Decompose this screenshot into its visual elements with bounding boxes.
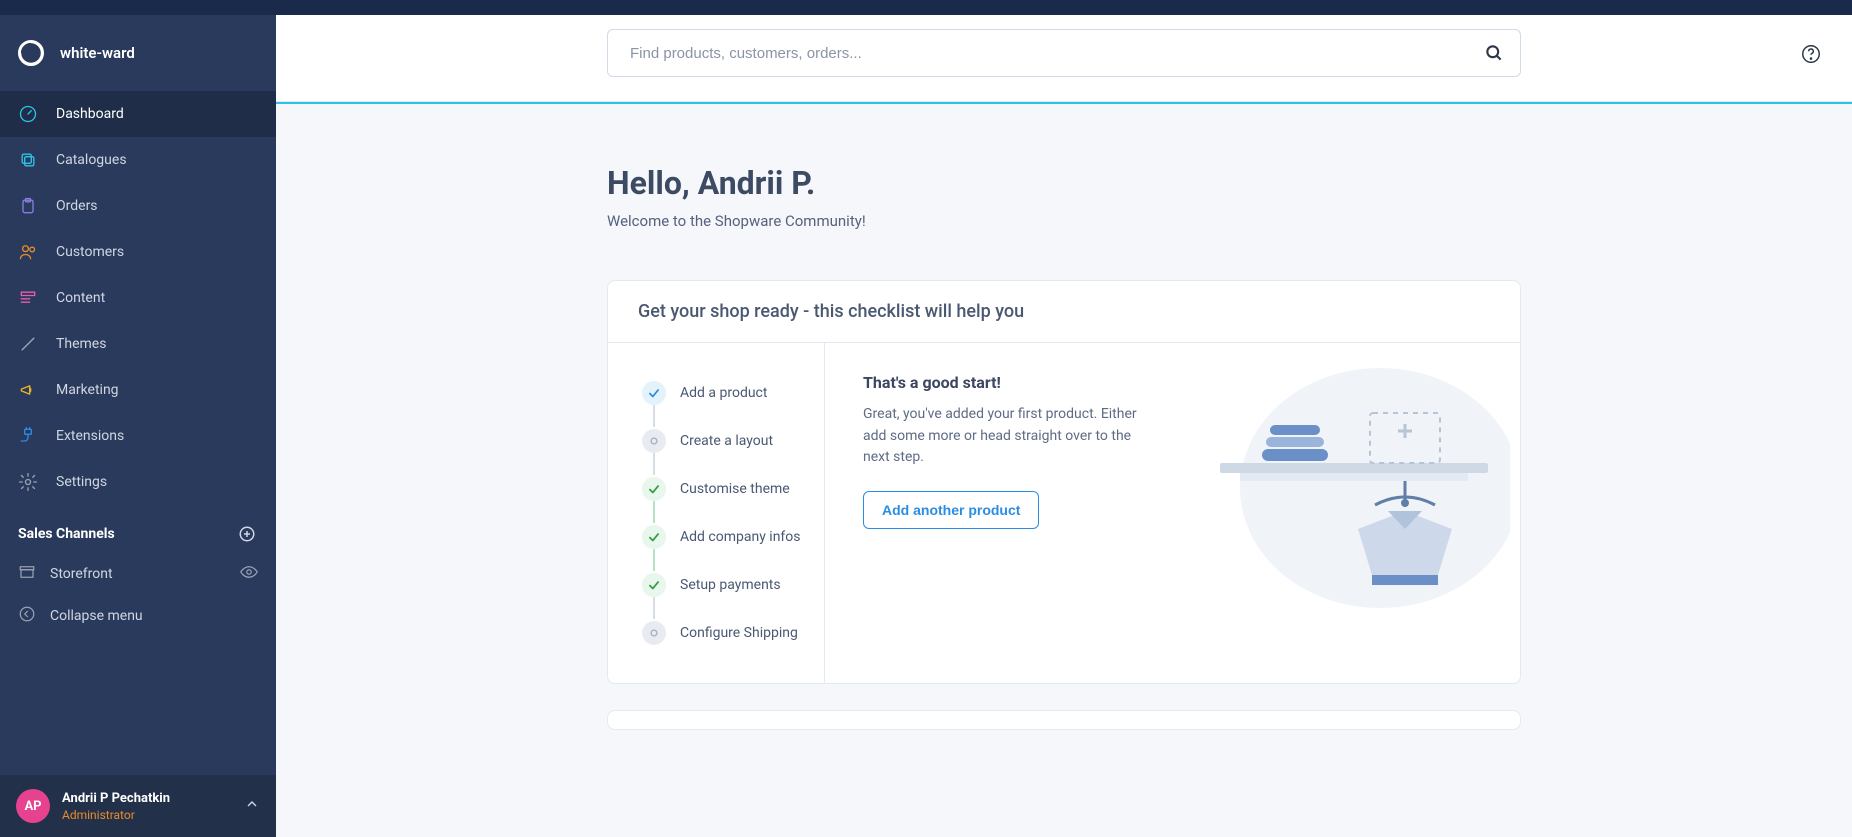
- clipboard-icon: [18, 196, 38, 216]
- sidebar-item-label: Dashboard: [56, 106, 124, 122]
- sidebar-item-settings[interactable]: Settings: [0, 459, 276, 505]
- sidebar-nav: Dashboard Catalogues Orders Customers Conten…: [0, 91, 276, 505]
- checklist-item[interactable]: Create a layout: [642, 417, 804, 465]
- gear-icon: [18, 472, 38, 492]
- next-card-peek: [607, 710, 1521, 730]
- help-button[interactable]: [1800, 43, 1822, 65]
- sidebar-item-customers[interactable]: Customers: [0, 229, 276, 275]
- os-topbar: [0, 0, 1852, 15]
- sidebar: white-ward Dashboard Catalogues Orders Cust…: [0, 15, 276, 837]
- app-root: white-ward Dashboard Catalogues Orders Cust…: [0, 15, 1852, 837]
- searchbar-wrap: [276, 15, 1852, 102]
- checklist-bubble-icon: [642, 429, 666, 453]
- collapse-icon: [18, 605, 36, 627]
- user-meta: Andrii P Pechatkin Administrator: [62, 791, 170, 822]
- sidebar-item-extensions[interactable]: Extensions: [0, 413, 276, 459]
- user-footer[interactable]: AP Andrii P Pechatkin Administrator: [0, 775, 276, 837]
- copy-icon: [18, 150, 38, 170]
- checklist-bubble-icon: [642, 621, 666, 645]
- search-input[interactable]: [630, 45, 1484, 62]
- chevron-up-icon: [244, 796, 260, 816]
- user-avatar: AP: [16, 789, 50, 823]
- user-role: Administrator: [62, 808, 170, 822]
- checklist-label: Setup payments: [680, 577, 781, 593]
- sidebar-item-marketing[interactable]: Marketing: [0, 367, 276, 413]
- add-another-product-button[interactable]: Add another product: [863, 491, 1039, 529]
- collapse-label: Collapse menu: [50, 608, 143, 624]
- sales-channels-label: Sales Channels: [18, 526, 115, 542]
- greeting-title: Hello, Andrii P.: [607, 164, 1521, 202]
- sidebar-item-label: Catalogues: [56, 152, 127, 168]
- shop-name: white-ward: [60, 44, 135, 62]
- sales-channel-label: Storefront: [50, 566, 113, 582]
- greeting-subtitle: Welcome to the Shopware Community!: [607, 212, 1521, 230]
- global-search[interactable]: [607, 29, 1521, 77]
- add-sales-channel-button[interactable]: [236, 523, 258, 545]
- checklist-label: Add company infos: [680, 529, 801, 545]
- layout-icon: [18, 288, 38, 308]
- users-icon: [18, 242, 38, 262]
- sidebar-header: white-ward: [0, 15, 276, 91]
- checklist-bubble-icon: [642, 477, 666, 501]
- user-name: Andrii P Pechatkin: [62, 791, 170, 806]
- checklist-body: Add a product Create a layout Customise th…: [608, 343, 1520, 683]
- content-scroll: Hello, Andrii P. Welcome to the Shopware…: [276, 104, 1852, 837]
- shop-illustration: [1190, 353, 1510, 613]
- main-area: Hello, Andrii P. Welcome to the Shopware…: [276, 15, 1852, 837]
- checklist-item[interactable]: Customise theme: [642, 465, 804, 513]
- sidebar-item-dashboard[interactable]: Dashboard: [0, 91, 276, 137]
- checklist-header: Get your shop ready - this checklist wil…: [608, 281, 1520, 343]
- checklist-item[interactable]: Add a product: [642, 369, 804, 417]
- gauge-icon: [18, 104, 38, 124]
- checklist-label: Create a layout: [680, 433, 773, 449]
- checklist-label: Configure Shipping: [680, 625, 798, 641]
- megaphone-icon: [18, 380, 38, 400]
- sidebar-item-label: Extensions: [56, 428, 124, 444]
- checklist-item[interactable]: Configure Shipping: [642, 609, 804, 657]
- checklist-item[interactable]: Add company infos: [642, 513, 804, 561]
- checklist-bubble-icon: [642, 573, 666, 597]
- content-inner: Hello, Andrii P. Welcome to the Shopware…: [607, 164, 1521, 730]
- sidebar-item-themes[interactable]: Themes: [0, 321, 276, 367]
- checklist-bubble-icon: [642, 381, 666, 405]
- sidebar-item-catalogues[interactable]: Catalogues: [0, 137, 276, 183]
- storefront-icon: [18, 563, 36, 585]
- checklist-detail: That's a good start! Great, you've added…: [825, 343, 1520, 683]
- collapse-menu-button[interactable]: Collapse menu: [0, 595, 276, 637]
- checklist-bubble-icon: [642, 525, 666, 549]
- sidebar-item-label: Themes: [56, 336, 106, 352]
- detail-text: Great, you've added your first product. …: [863, 404, 1143, 469]
- checklist-label: Customise theme: [680, 481, 790, 497]
- search-icon[interactable]: [1484, 43, 1504, 63]
- sidebar-item-label: Content: [56, 290, 105, 306]
- sidebar-item-label: Customers: [56, 244, 124, 260]
- sidebar-item-label: Orders: [56, 198, 98, 214]
- sidebar-item-content[interactable]: Content: [0, 275, 276, 321]
- user-initials: AP: [24, 799, 41, 814]
- shopware-logo-icon: [18, 40, 44, 66]
- checklist-item[interactable]: Setup payments: [642, 561, 804, 609]
- brush-icon: [18, 334, 38, 354]
- visibility-icon[interactable]: [240, 563, 258, 585]
- checklist-card: Get your shop ready - this checklist wil…: [607, 280, 1521, 684]
- sidebar-item-label: Settings: [56, 474, 107, 490]
- sidebar-item-label: Marketing: [56, 382, 119, 398]
- sidebar-item-orders[interactable]: Orders: [0, 183, 276, 229]
- checklist-column: Add a product Create a layout Customise th…: [608, 343, 825, 683]
- sales-channels-header: Sales Channels: [0, 505, 276, 553]
- checklist-label: Add a product: [680, 385, 767, 401]
- plug-icon: [18, 426, 38, 446]
- sales-channel-storefront[interactable]: Storefront: [0, 553, 276, 595]
